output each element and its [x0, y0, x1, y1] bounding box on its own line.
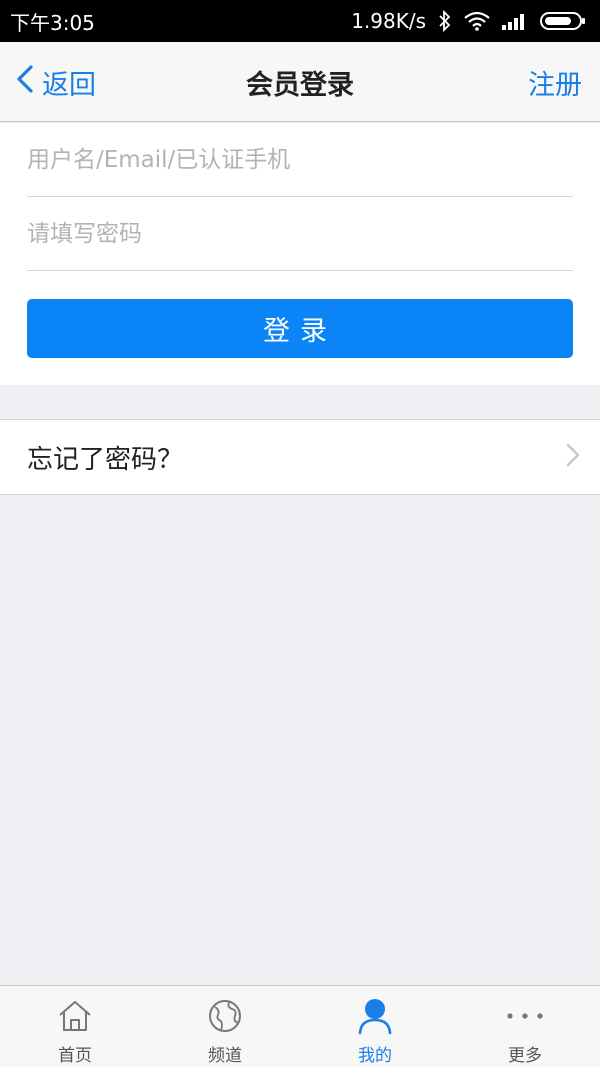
register-button[interactable]: 注册	[528, 42, 582, 122]
wifi-icon	[464, 11, 490, 31]
login-button[interactable]: 登录	[27, 299, 573, 358]
tab-channels-label: 频道	[208, 1046, 242, 1066]
globe-icon	[207, 997, 243, 1035]
tab-more[interactable]: 更多	[450, 986, 600, 1067]
bluetooth-icon	[438, 10, 452, 32]
back-label: 返回	[42, 69, 96, 101]
tab-home[interactable]: 首页	[0, 986, 150, 1067]
login-form: 登录	[0, 123, 600, 385]
tab-mine-label: 我的	[358, 1046, 392, 1066]
tab-more-label: 更多	[508, 1046, 542, 1066]
chevron-left-icon	[16, 64, 34, 101]
tab-bar: 首页 频道 我的 更多	[0, 985, 600, 1067]
home-icon	[57, 997, 93, 1035]
more-icon	[505, 997, 545, 1035]
forgot-password-row[interactable]: 忘记了密码？	[0, 419, 600, 495]
user-icon	[357, 997, 393, 1035]
status-indicators: 1.98K/s	[351, 9, 586, 33]
status-bar: 下午3:05 1.98K/s	[0, 0, 600, 42]
screen: 下午3:05 1.98K/s 返回 会员登录 注册 用户名/Email/已认证手…	[0, 0, 600, 1067]
tab-mine[interactable]: 我的	[300, 986, 450, 1067]
password-input[interactable]	[27, 197, 573, 270]
tab-channels[interactable]: 频道	[150, 986, 300, 1067]
network-speed: 1.98K/s	[351, 9, 426, 33]
back-button[interactable]: 返回	[16, 42, 96, 122]
forgot-password-label: 忘记了密码？	[27, 444, 184, 475]
nav-bar: 返回 会员登录 注册	[0, 42, 600, 122]
username-input[interactable]	[27, 123, 573, 196]
battery-icon	[540, 11, 586, 31]
status-time: 下午3:05	[10, 10, 95, 35]
username-field-container	[27, 123, 573, 197]
chevron-right-icon	[566, 443, 580, 471]
password-field-container	[27, 197, 573, 271]
tab-home-label: 首页	[58, 1046, 92, 1066]
signal-icon	[502, 12, 528, 30]
